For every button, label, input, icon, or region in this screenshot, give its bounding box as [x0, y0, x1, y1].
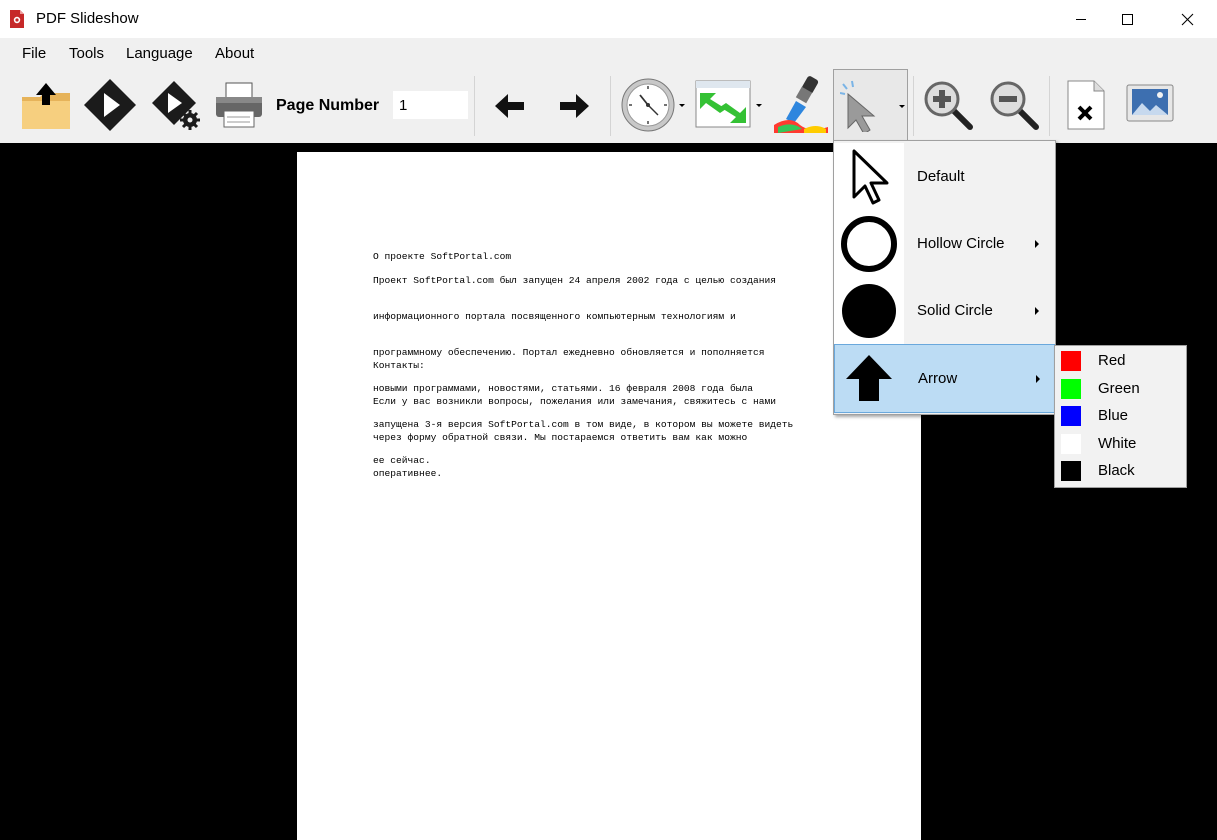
menu-item-solid-circle[interactable]: Solid Circle	[834, 277, 1055, 344]
menu-file[interactable]: File	[22, 45, 46, 62]
menu-icon-area	[834, 210, 904, 277]
document-line: Если у вас возникли вопросы, пожелания и…	[373, 396, 777, 407]
arrow-right-icon[interactable]	[556, 91, 592, 121]
color-swatch	[1061, 434, 1081, 454]
menu-icon-area	[835, 345, 905, 412]
submenu-arrow-icon	[1035, 240, 1039, 248]
menu-bar: File Tools Language About	[0, 38, 1217, 69]
clock-icon[interactable]	[620, 77, 678, 135]
maximize-icon	[1122, 14, 1133, 25]
hollow-circle-icon	[841, 216, 897, 272]
maximize-button[interactable]	[1104, 0, 1150, 38]
submenu-arrow-icon	[1035, 307, 1039, 315]
toolbar-separator	[474, 76, 475, 136]
chevron-down-icon[interactable]	[679, 104, 685, 107]
toolbar: Page Number	[0, 69, 1217, 143]
menu-tools[interactable]: Tools	[69, 45, 104, 62]
document-paragraph: Контакты: Если у вас возникли вопросы, п…	[373, 336, 776, 504]
page-number-input[interactable]	[393, 91, 468, 119]
color-item-blue[interactable]: Blue	[1055, 402, 1186, 429]
menu-item-label: Solid Circle	[917, 302, 993, 319]
menu-about[interactable]: About	[215, 45, 254, 62]
color-swatch	[1061, 461, 1081, 481]
play-settings-icon[interactable]	[150, 79, 202, 131]
menu-item-default[interactable]: Default	[834, 143, 1055, 210]
document-line: через форму обратной связи. Мы постараем…	[373, 432, 748, 443]
submenu-arrow-icon	[1036, 375, 1040, 383]
chevron-down-icon	[899, 105, 905, 108]
page-number-label: Page Number	[276, 97, 380, 114]
menu-icon-area	[834, 277, 904, 344]
minimize-icon	[1076, 19, 1086, 20]
color-submenu: Red Green Blue White Black	[1054, 345, 1187, 488]
toolbar-separator	[913, 76, 914, 136]
pointer-icon	[840, 80, 876, 132]
color-label: Green	[1098, 380, 1140, 397]
solid-circle-icon	[842, 284, 896, 338]
color-item-white[interactable]: White	[1055, 430, 1186, 457]
color-label: Red	[1098, 352, 1126, 369]
color-item-green[interactable]: Green	[1055, 375, 1186, 402]
transition-icon[interactable]	[694, 79, 754, 131]
zoom-out-icon[interactable]	[986, 77, 1042, 133]
close-button[interactable]	[1164, 0, 1210, 38]
menu-item-label: Hollow Circle	[917, 235, 1005, 252]
zoom-in-icon[interactable]	[920, 77, 976, 133]
color-label: White	[1098, 435, 1137, 452]
brush-icon[interactable]	[770, 75, 830, 135]
pdf-page: О проекте SoftPortal.com Проект SoftPort…	[297, 152, 921, 840]
menu-icon-area	[834, 143, 904, 210]
color-swatch	[1061, 351, 1081, 371]
menu-item-arrow[interactable]: Arrow	[834, 344, 1055, 413]
cursor-arrow-icon	[852, 149, 889, 205]
app-window: PDF Slideshow File Tools Language About	[0, 0, 1217, 840]
close-document-icon[interactable]	[1064, 79, 1110, 133]
toolbar-separator	[610, 76, 611, 136]
color-swatch	[1061, 379, 1081, 399]
document-line: оперативнее.	[373, 468, 443, 479]
document-line: информационного портала посвященного ком…	[373, 311, 736, 322]
document-line: Контакты:	[373, 360, 425, 371]
document-line: Проект SoftPortal.com был запущен 24 апр…	[373, 275, 777, 286]
pointer-menu: Default Hollow Circle Solid Circle Arrow	[833, 140, 1056, 415]
menu-language[interactable]: Language	[126, 45, 193, 62]
close-icon	[1181, 13, 1194, 26]
window-title: PDF Slideshow	[36, 10, 139, 27]
print-icon[interactable]	[212, 79, 266, 131]
menu-item-label: Arrow	[918, 370, 958, 387]
arrow-left-icon[interactable]	[492, 91, 528, 121]
color-item-red[interactable]: Red	[1055, 347, 1186, 374]
open-folder-icon[interactable]	[20, 79, 72, 131]
pdf-app-icon	[10, 10, 24, 28]
menu-item-hollow-circle[interactable]: Hollow Circle	[834, 210, 1055, 277]
color-swatch	[1061, 406, 1081, 426]
minimize-button[interactable]	[1058, 0, 1104, 38]
play-icon[interactable]	[82, 77, 138, 133]
menu-item-label: Default	[917, 168, 965, 185]
title-bar: PDF Slideshow	[0, 0, 1217, 38]
pointer-button[interactable]	[833, 69, 908, 142]
image-icon[interactable]	[1124, 81, 1176, 127]
color-label: Black	[1098, 462, 1135, 479]
toolbar-separator	[1049, 76, 1050, 136]
color-label: Blue	[1098, 407, 1129, 424]
chevron-down-icon[interactable]	[756, 104, 762, 107]
color-item-black[interactable]: Black	[1055, 457, 1186, 484]
arrow-up-icon	[846, 355, 892, 401]
